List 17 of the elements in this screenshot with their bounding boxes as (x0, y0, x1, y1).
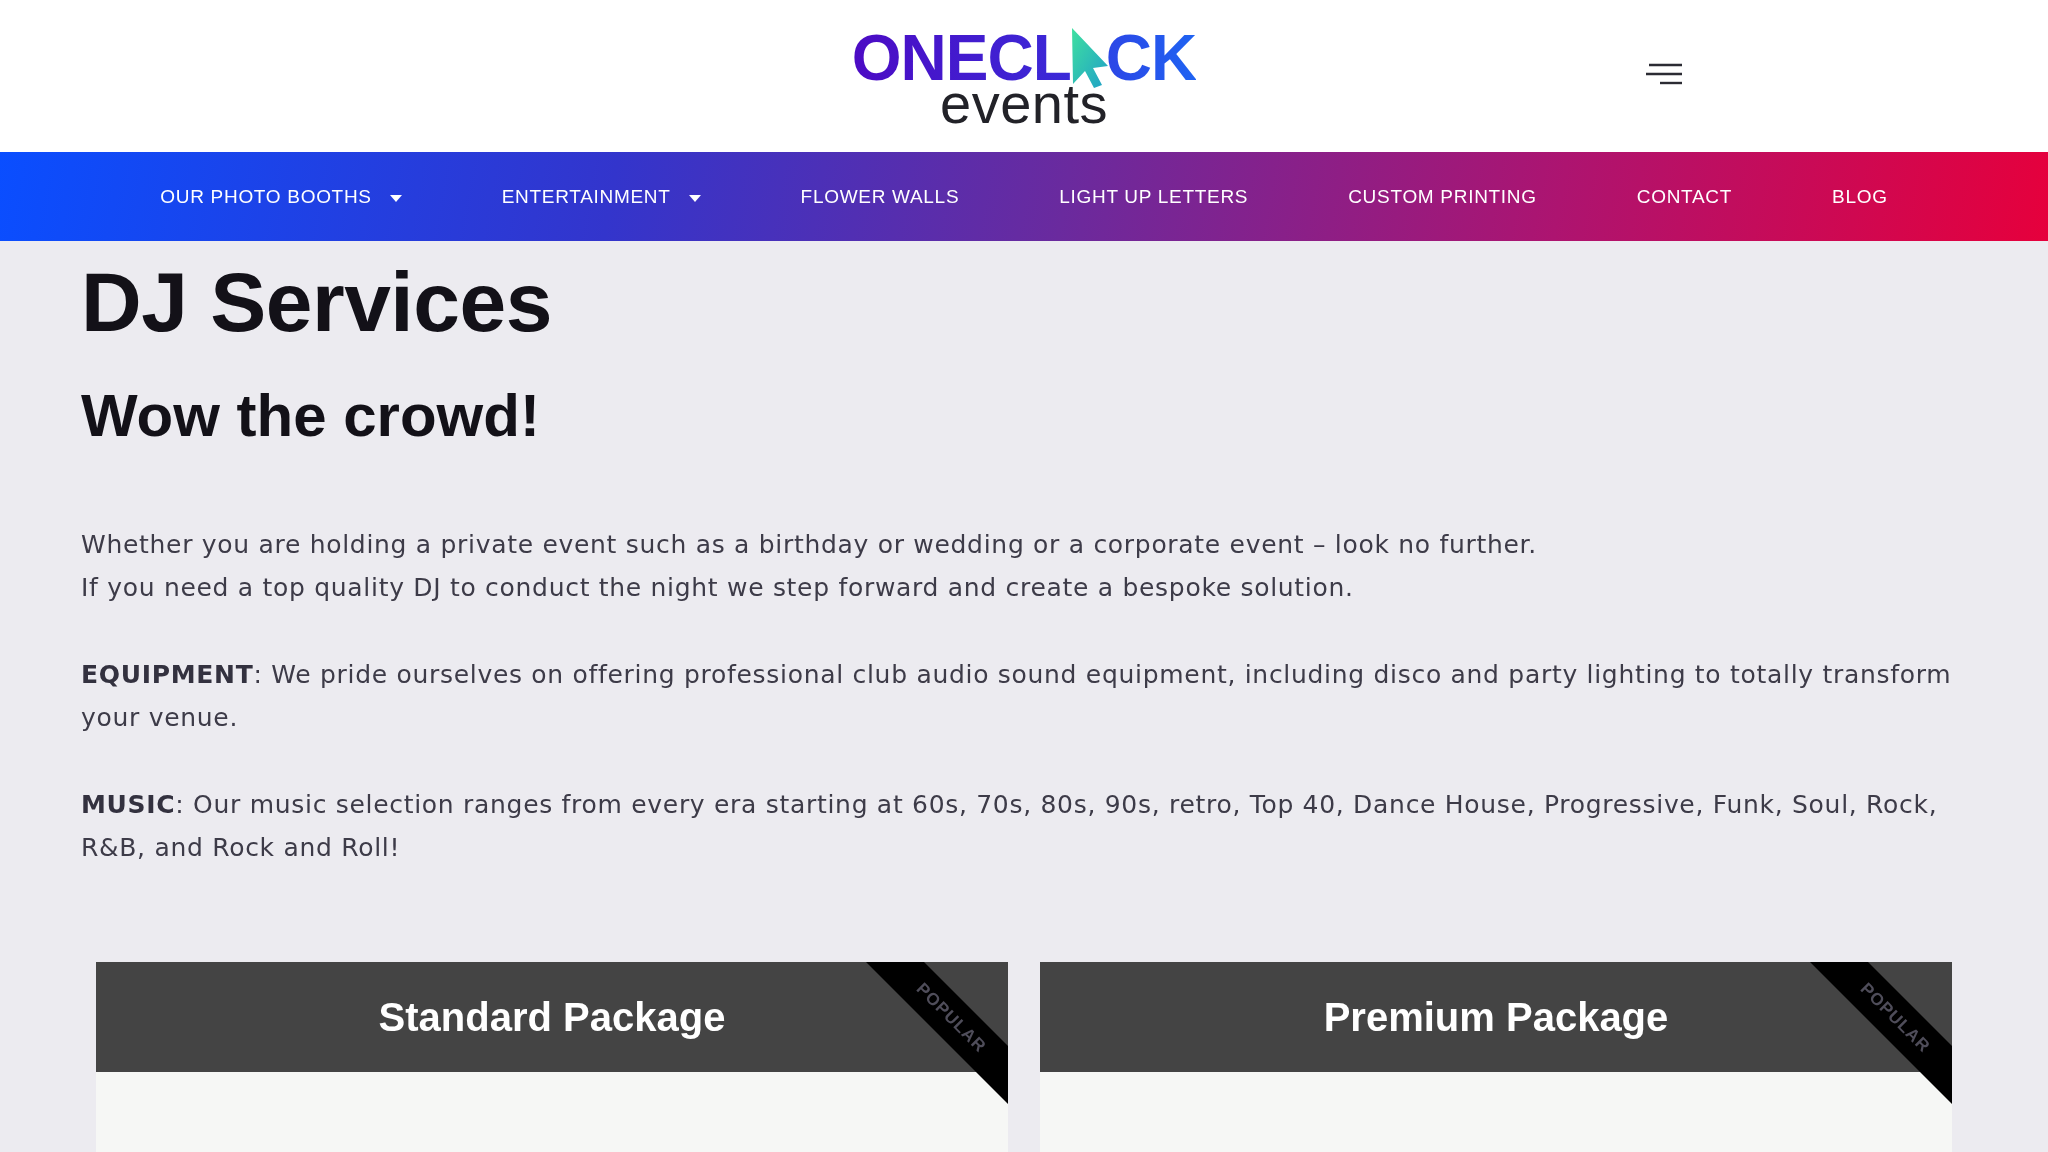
body-text: MUSIC: Our music selection ranges from every era starting at 60s, 70s, 80s, 90s, retro, Top 40, Dance House, Progressive, Funk, Soul, Rock, R&B, and Rock and Roll! (81, 789, 1939, 864)
nav-link[interactable]: FLOWER WALLS (800, 185, 960, 208)
body-text: EQUIPMENT: We pride ourselves on offering professional club audio sound equipment, including disco and party lighting to totally transform your venue. (81, 659, 1953, 734)
nav-link[interactable]: BLOG (1832, 185, 1888, 208)
nav-link[interactable]: CONTACT (1636, 185, 1733, 208)
page-subtitle: Wow the crowd! (81, 386, 541, 446)
intro-text: If you need a top quality DJ to conduct the night we step forward and create a bespoke solution. (81, 572, 1355, 604)
cursor-icon (1071, 28, 1108, 88)
menu-icon[interactable] (1646, 63, 1682, 85)
intro-text: Whether you are holding a private event such as a birthday or wedding or a corporate event – look no further. (81, 529, 1538, 561)
page-title: DJ Services (81, 260, 553, 344)
nav-link[interactable]: ENTERTAINMENT (501, 185, 701, 208)
nav-link[interactable]: LIGHT UP LETTERS (1059, 185, 1249, 208)
nav-link[interactable]: CUSTOM PRINTING (1348, 185, 1537, 208)
package-title: Premium Package (1323, 994, 1669, 1040)
package-title: Standard Package (378, 994, 726, 1040)
nav-link[interactable]: OUR PHOTO BOOTHS (160, 185, 402, 208)
